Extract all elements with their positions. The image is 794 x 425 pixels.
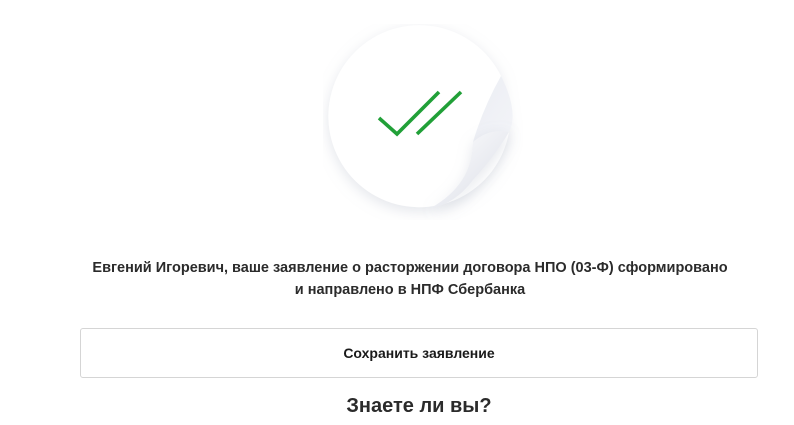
did-you-know-heading: Знаете ли вы? (346, 395, 492, 417)
save-application-button[interactable]: Сохранить заявление (80, 328, 758, 378)
success-page: Евгений Игоревич, ваше заявление о расто… (0, 0, 794, 425)
success-badge (328, 25, 513, 208)
status-message-continued: и направлено в НПФ Сбербанка (294, 282, 526, 298)
status-message: Евгений Игоревич, ваше заявление о расто… (92, 260, 728, 276)
